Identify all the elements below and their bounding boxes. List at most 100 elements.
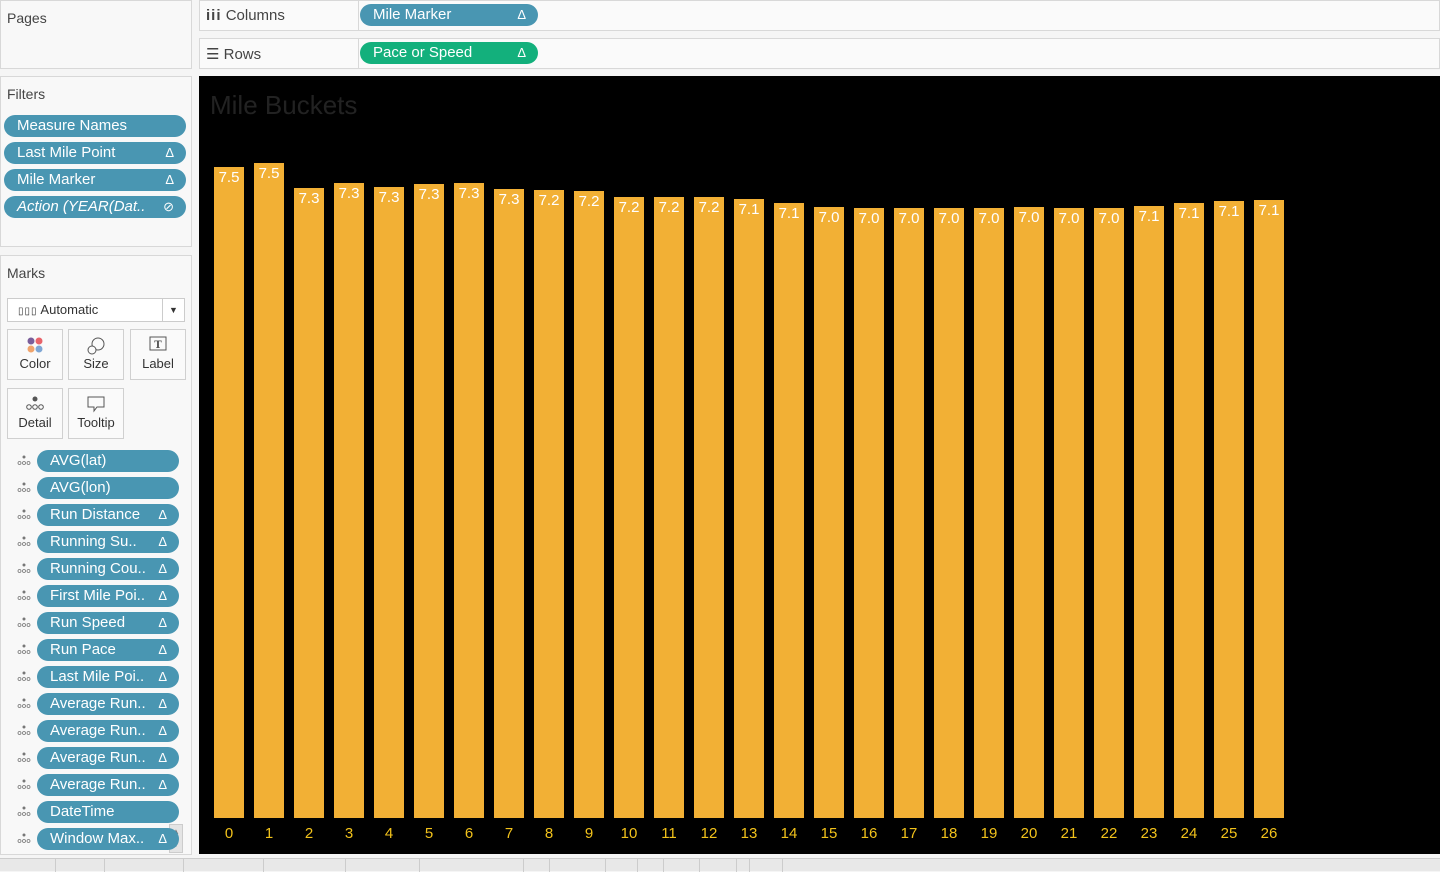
delta-icon: Δ (517, 7, 526, 22)
chevron-down-icon: ▼ (162, 299, 184, 321)
bar-mile-15[interactable] (814, 206, 844, 818)
bar-mile-19[interactable] (974, 207, 1004, 818)
field-pill[interactable]: Run Pace Δ (37, 639, 179, 661)
field-pill[interactable]: Last Mile Poi.. Δ (37, 666, 179, 688)
x-tick-label: 15 (820, 825, 838, 842)
bar-mile-17[interactable] (894, 207, 924, 818)
columns-shelf[interactable]: iii Columns Mile Marker Δ (199, 0, 1440, 31)
bar-mile-18[interactable] (934, 207, 964, 818)
bar-mile-2[interactable] (294, 187, 324, 818)
field-pill[interactable]: Window Max.. Δ (37, 828, 179, 850)
rows-icon: ☰ (206, 46, 220, 63)
x-tick-label: 11 (661, 825, 677, 842)
field-pill-label: Measure Names (17, 117, 128, 134)
sheet-tab-divider (637, 859, 638, 872)
detail-icon (17, 616, 31, 630)
marks-title: Marks (7, 265, 46, 281)
field-pill[interactable]: Run Speed Δ (37, 612, 179, 634)
delta-icon: Δ (158, 750, 167, 765)
mark-type-dropdown[interactable]: ▯▯▯ Automatic ▼ (7, 298, 185, 322)
bar-mile-1[interactable] (254, 162, 284, 818)
bar-mile-25[interactable] (1214, 200, 1244, 818)
field-pill[interactable]: AVG(lat) (37, 450, 179, 472)
sheet-tab-divider (183, 859, 184, 872)
tooltip-button[interactable]: Tooltip (68, 388, 124, 439)
bar-mile-14[interactable] (774, 203, 804, 818)
x-tick-label: 21 (1060, 825, 1078, 842)
detail-icon (17, 778, 31, 792)
size-button[interactable]: Size (68, 329, 124, 380)
delta-icon: Δ (165, 145, 174, 160)
bar-mile-0[interactable] (214, 167, 244, 818)
detail-icon (17, 670, 31, 684)
rows-shelf[interactable]: ☰ Rows Pace or Speed Δ (199, 38, 1440, 69)
bar-data-label: 7.2 (618, 198, 640, 216)
field-pill[interactable]: AVG(lon) (37, 477, 179, 499)
field-pill[interactable]: Measure Names (4, 115, 186, 137)
sheet-tabs-bar[interactable] (0, 858, 1440, 872)
field-pill[interactable]: Run Distance Δ (37, 504, 179, 526)
field-pill[interactable]: Running Cou.. Δ (37, 558, 179, 580)
label-button[interactable]: T Label (130, 329, 186, 380)
bar-mile-26[interactable] (1254, 199, 1284, 818)
sheet-tab-divider (104, 859, 105, 872)
pages-title: Pages (7, 10, 47, 26)
bar-mile-23[interactable] (1134, 206, 1164, 818)
bar-mile-12[interactable] (694, 196, 724, 818)
bar-mile-5[interactable] (414, 184, 444, 818)
bar-mile-10[interactable] (614, 196, 644, 818)
delta-icon: Δ (158, 669, 167, 684)
bar-mile-13[interactable] (734, 199, 764, 818)
bar-mile-3[interactable] (334, 182, 364, 818)
field-pill[interactable]: Average Run.. Δ (37, 720, 179, 742)
bar-mile-8[interactable] (534, 189, 564, 818)
bar-mile-7[interactable] (494, 188, 524, 818)
x-tick-label: 13 (740, 825, 758, 842)
field-pill[interactable]: First Mile Poi.. Δ (37, 585, 179, 607)
bar-mile-6[interactable] (454, 182, 484, 818)
field-pill-label: AVG(lat) (50, 452, 107, 469)
detail-icon (17, 589, 31, 603)
field-pill[interactable]: Last Mile Point Δ (4, 142, 186, 164)
bar-mile-16[interactable] (854, 207, 884, 818)
delta-icon: Δ (158, 696, 167, 711)
action-filter-icon: ⊘ (163, 199, 174, 214)
x-tick-label: 22 (1100, 825, 1118, 842)
field-pill[interactable]: Average Run.. Δ (37, 774, 179, 796)
field-pill[interactable]: Action (YEAR(Dat.. ⊘ (4, 196, 186, 218)
bar-data-label: 7.0 (898, 209, 920, 227)
delta-icon: Δ (165, 172, 174, 187)
field-pill-label: Running Su.. (50, 533, 137, 550)
bar-mile-22[interactable] (1094, 207, 1124, 818)
columns-pill-mile-marker[interactable]: Mile Marker Δ (360, 4, 538, 26)
bar-mile-21[interactable] (1054, 207, 1084, 818)
detail-icon (17, 508, 31, 522)
field-pill[interactable]: DateTime (37, 801, 179, 823)
bar-mile-24[interactable] (1174, 203, 1204, 818)
bar-mile-11[interactable] (654, 196, 684, 818)
x-tick-label: 25 (1220, 825, 1238, 842)
field-pill[interactable]: Mile Marker Δ (4, 169, 186, 191)
bar-mile-9[interactable] (574, 191, 604, 818)
detail-icon (17, 481, 31, 495)
pages-card: Pages (0, 0, 192, 69)
color-button[interactable]: Color (7, 329, 63, 380)
field-pill-label: Run Pace (50, 641, 116, 658)
field-pill-label: Last Mile Point (17, 144, 116, 161)
bar-mile-20[interactable] (1014, 206, 1044, 818)
field-pill[interactable]: Average Run.. Δ (37, 693, 179, 715)
sheet-tab-divider (749, 859, 750, 872)
detail-button[interactable]: Detail (7, 388, 63, 439)
columns-shelf-label: iii Columns (206, 7, 285, 24)
detail-icon (17, 724, 31, 738)
field-pill[interactable]: Average Run.. Δ (37, 747, 179, 769)
detail-icon (17, 697, 31, 711)
x-tick-label: 5 (424, 825, 434, 842)
bar-mile-4[interactable] (374, 186, 404, 818)
rows-shelf-label: ☰ Rows (206, 46, 262, 63)
field-pill[interactable]: Running Su.. Δ (37, 531, 179, 553)
rows-pill-pace-or-speed[interactable]: Pace or Speed Δ (360, 42, 538, 64)
bar-data-label: 7.3 (458, 184, 480, 202)
bar-data-label: 7.0 (978, 209, 1000, 227)
filters-title: Filters (7, 86, 46, 102)
